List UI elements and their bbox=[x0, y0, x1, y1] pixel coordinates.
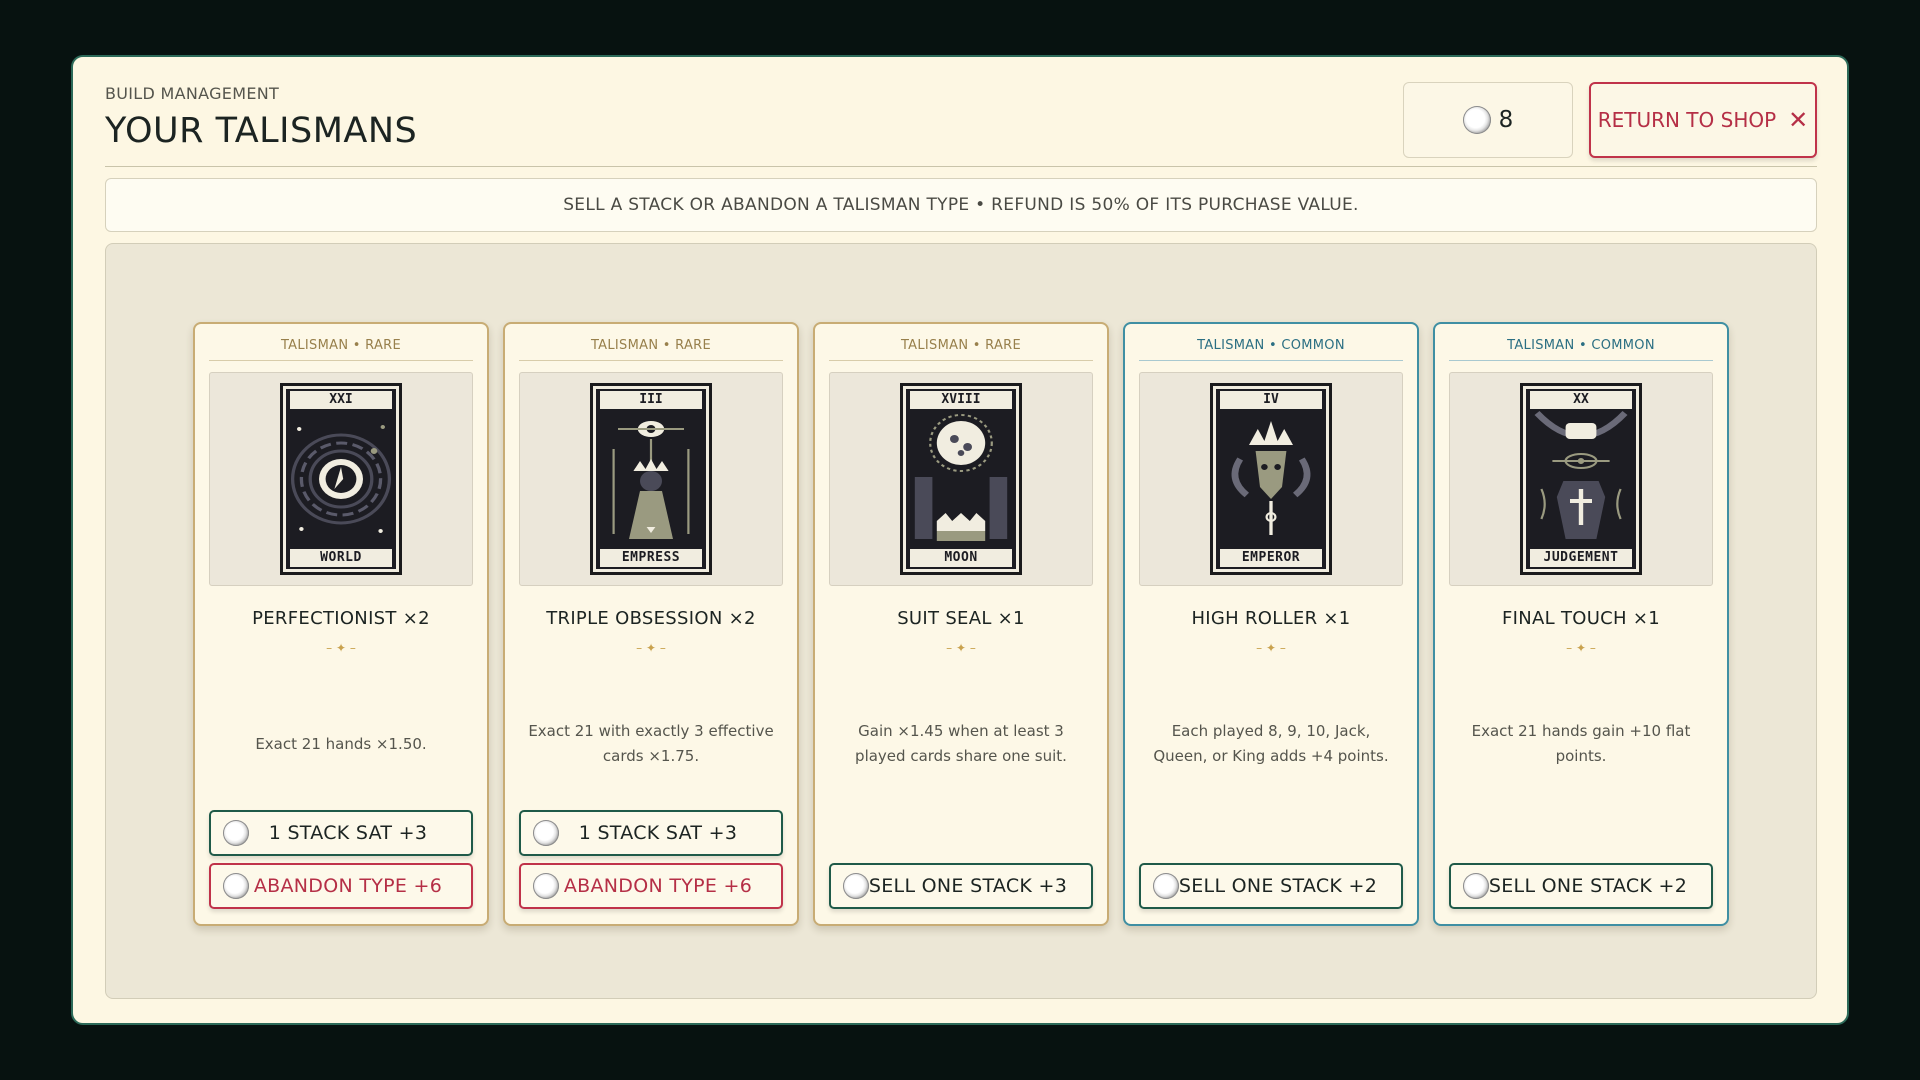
talisman-board: TALISMAN • RARE XXI WORLD PERFECTIONIST … bbox=[105, 243, 1817, 999]
card-tag: TALISMAN • RARE bbox=[829, 338, 1093, 361]
silver-coin-icon bbox=[223, 873, 249, 899]
abandon-type-button[interactable]: ABANDON TYPE +6 bbox=[519, 863, 783, 909]
tarot-name: WORLD bbox=[290, 549, 392, 567]
abandon-type-button[interactable]: ABANDON TYPE +6 bbox=[209, 863, 473, 909]
return-to-shop-label: RETURN TO SHOP bbox=[1597, 108, 1777, 132]
header-divider bbox=[105, 166, 1817, 167]
page-title: YOUR TALISMANS bbox=[105, 111, 418, 151]
card-divider: – ✦ – bbox=[1256, 641, 1286, 655]
card-art: XX JUDGEMENT bbox=[1449, 372, 1713, 586]
card-divider: – ✦ – bbox=[636, 641, 666, 655]
tarot-numeral: XVIII bbox=[910, 391, 1012, 409]
card-art: XXI WORLD bbox=[209, 372, 473, 586]
tarot-numeral: IV bbox=[1220, 391, 1322, 409]
tarot-emperor-icon: IV EMPEROR bbox=[1210, 383, 1332, 575]
sell-one-stack-label: SELL ONE STACK +2 bbox=[1488, 875, 1688, 897]
talisman-management-panel: BUILD MANAGEMENT YOUR TALISMANS 8 RETURN… bbox=[71, 55, 1849, 1025]
silver-coin-icon bbox=[1463, 873, 1489, 899]
sell-stack-label: 1 STACK SAT +3 bbox=[578, 822, 738, 844]
talisman-card-suit-seal: TALISMAN • RARE XVIII MOON SUIT SEAL ×1 … bbox=[813, 322, 1109, 926]
tarot-world-icon: XXI WORLD bbox=[280, 383, 402, 575]
sell-one-stack-label: SELL ONE STACK +3 bbox=[868, 875, 1068, 897]
card-art: IV EMPEROR bbox=[1139, 372, 1403, 586]
sell-one-stack-button[interactable]: SELL ONE STACK +2 bbox=[1139, 863, 1403, 909]
talisman-card-high-roller: TALISMAN • COMMON IV EMPEROR HIGH ROLLER… bbox=[1123, 322, 1419, 926]
tarot-numeral: XXI bbox=[290, 391, 392, 409]
tarot-name: EMPEROR bbox=[1220, 549, 1322, 567]
card-tag: TALISMAN • COMMON bbox=[1449, 338, 1713, 361]
return-to-shop-button[interactable]: RETURN TO SHOP ✕ bbox=[1589, 82, 1817, 158]
silver-coin-icon bbox=[533, 873, 559, 899]
talisman-card-perfectionist: TALISMAN • RARE XXI WORLD PERFECTIONIST … bbox=[193, 322, 489, 926]
card-description: Exact 21 hands gain +10 flat points. bbox=[1471, 722, 1691, 765]
card-divider: – ✦ – bbox=[946, 641, 976, 655]
sell-stack-button[interactable]: 1 STACK SAT +3 bbox=[209, 810, 473, 856]
close-icon: ✕ bbox=[1788, 106, 1809, 134]
card-tag: TALISMAN • COMMON bbox=[1139, 338, 1403, 361]
tarot-empress-icon: III EMPRESS bbox=[590, 383, 712, 575]
card-art: XVIII MOON bbox=[829, 372, 1093, 586]
card-divider: – ✦ – bbox=[326, 641, 356, 655]
coin-counter: 8 bbox=[1403, 82, 1573, 158]
tarot-name: MOON bbox=[910, 549, 1012, 567]
card-title: FINAL TOUCH ×1 bbox=[1501, 608, 1661, 629]
tarot-name: EMPRESS bbox=[600, 549, 702, 567]
card-description: Exact 21 with exactly 3 effective cards … bbox=[528, 722, 774, 765]
header-subtitle: BUILD MANAGEMENT bbox=[105, 84, 280, 103]
card-title: PERFECTIONIST ×2 bbox=[252, 608, 430, 629]
coin-count: 8 bbox=[1498, 107, 1514, 133]
silver-coin-icon bbox=[1462, 106, 1491, 134]
silver-coin-icon bbox=[843, 873, 869, 899]
sell-one-stack-button[interactable]: SELL ONE STACK +3 bbox=[829, 863, 1093, 909]
card-title: HIGH ROLLER ×1 bbox=[1191, 608, 1351, 629]
card-description: Each played 8, 9, 10, Jack, Queen, or Ki… bbox=[1153, 722, 1389, 765]
card-art: III EMPRESS bbox=[519, 372, 783, 586]
abandon-type-label: ABANDON TYPE +6 bbox=[563, 875, 753, 897]
sell-one-stack-button[interactable]: SELL ONE STACK +2 bbox=[1449, 863, 1713, 909]
talisman-card-triple-obsession: TALISMAN • RARE III EMPRESS TRIPLE OBSES… bbox=[503, 322, 799, 926]
sell-stack-label: 1 STACK SAT +3 bbox=[268, 822, 428, 844]
tarot-judgement-icon: XX JUDGEMENT bbox=[1520, 383, 1642, 575]
card-title: SUIT SEAL ×1 bbox=[897, 608, 1025, 629]
silver-coin-icon bbox=[533, 820, 559, 846]
tarot-numeral: XX bbox=[1530, 391, 1632, 409]
sell-stack-button[interactable]: 1 STACK SAT +3 bbox=[519, 810, 783, 856]
abandon-type-label: ABANDON TYPE +6 bbox=[253, 875, 443, 897]
card-tag: TALISMAN • RARE bbox=[209, 338, 473, 361]
tarot-name: JUDGEMENT bbox=[1530, 549, 1632, 567]
card-description: Gain ×1.45 when at least 3 played cards … bbox=[855, 722, 1067, 765]
silver-coin-icon bbox=[223, 820, 249, 846]
silver-coin-icon bbox=[1153, 873, 1179, 899]
talisman-card-final-touch: TALISMAN • COMMON XX JUDGEMENT FINAL TOU… bbox=[1433, 322, 1729, 926]
card-title: TRIPLE OBSESSION ×2 bbox=[546, 608, 756, 629]
card-tag: TALISMAN • RARE bbox=[519, 338, 783, 361]
card-description: Exact 21 hands ×1.50. bbox=[255, 734, 427, 753]
tarot-moon-icon: XVIII MOON bbox=[900, 383, 1022, 575]
refund-notice: SELL A STACK OR ABANDON A TALISMAN TYPE … bbox=[105, 178, 1817, 232]
sell-one-stack-label: SELL ONE STACK +2 bbox=[1178, 875, 1378, 897]
tarot-numeral: III bbox=[600, 391, 702, 409]
card-divider: – ✦ – bbox=[1566, 641, 1596, 655]
